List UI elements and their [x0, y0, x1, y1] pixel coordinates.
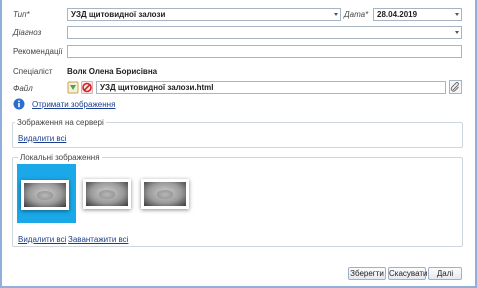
server-delete-all-link[interactable]: Видалити всі [18, 134, 66, 143]
next-button[interactable]: Далі [428, 267, 462, 280]
dropdown-arrow-icon [455, 31, 459, 34]
dropdown-arrow-icon [334, 13, 338, 16]
file-label: Файл [13, 84, 33, 93]
no-entry-icon[interactable] [81, 81, 93, 94]
date-picker[interactable]: 28.04.2019 [373, 8, 462, 21]
save-button[interactable]: Зберегти [348, 267, 386, 280]
type-label: Тип* [13, 10, 30, 19]
get-images-link[interactable]: Отримати зображення [32, 100, 115, 109]
server-images-title: Зображення на сервері [15, 118, 106, 127]
date-label: Дата* [344, 10, 369, 19]
local-images-group [12, 157, 463, 247]
thumbnail-2[interactable] [83, 179, 131, 209]
thumbnail-1[interactable] [21, 180, 69, 210]
thumbnail-3[interactable] [141, 179, 189, 209]
file-value: УЗД щитовидної залози.html [100, 83, 214, 92]
type-select[interactable]: УЗД щитовидної залози [67, 8, 341, 21]
specialist-value: Волк Олена Борисівна [67, 67, 158, 76]
date-value: 28.04.2019 [377, 10, 418, 19]
dropdown-arrow-icon [455, 13, 459, 16]
diagnosis-select[interactable] [67, 26, 462, 39]
folder-icon[interactable] [67, 81, 79, 94]
file-path-field[interactable]: УЗД щитовидної залози.html [96, 81, 446, 94]
local-images-title: Локальні зображення [18, 153, 102, 162]
type-value: УЗД щитовидної залози [71, 10, 166, 19]
recommendations-label: Рекомендації [13, 47, 63, 56]
info-icon [13, 98, 25, 110]
recommendations-input[interactable] [67, 45, 462, 58]
attach-icon[interactable] [449, 80, 462, 94]
local-delete-all-link[interactable]: Видалити всі [18, 235, 66, 244]
diagnosis-label: Діагноз [13, 28, 42, 37]
specialist-label: Спеціаліст [13, 67, 53, 76]
cancel-button[interactable]: Скасувати [388, 267, 427, 280]
download-all-link[interactable]: Завантажити всі [68, 235, 128, 244]
